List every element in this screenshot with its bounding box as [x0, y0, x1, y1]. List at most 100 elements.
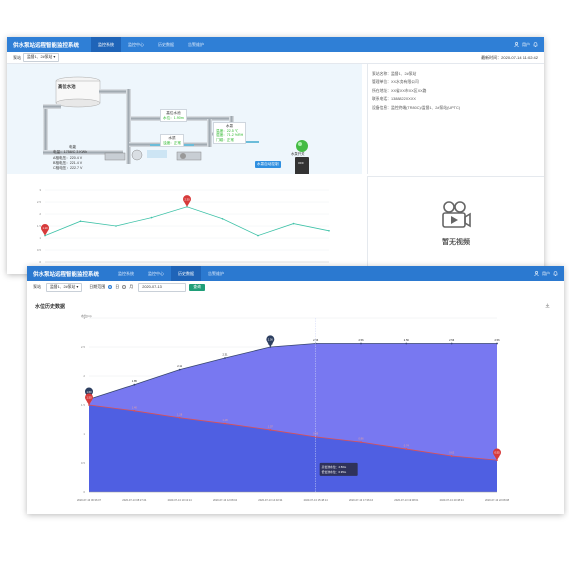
- user-area-2[interactable]: 用户: [534, 271, 558, 277]
- tank-label: 高位水池: [58, 84, 76, 89]
- x-tick-label: 2020-07-13 14:02:34: [258, 498, 283, 502]
- x-tick-label: 2020-07-13 17:36:16: [349, 498, 374, 502]
- tab-alarm-2[interactable]: 告警维护: [201, 266, 231, 281]
- level-card: 高位水池 水位：1.90m: [160, 109, 187, 123]
- data-point: [405, 448, 408, 450]
- query-button[interactable]: 查询: [189, 283, 205, 291]
- radio-month-label: 月: [129, 284, 134, 289]
- history-chart-title: 水位历史数据: [35, 304, 66, 310]
- data-point: [178, 368, 181, 371]
- data-point: [405, 342, 408, 345]
- y-tick-label: 2.5: [81, 345, 86, 349]
- electric-vc: C相电压：222.7 V: [53, 166, 83, 171]
- app-title: 供水泵站远程智能监控系统: [13, 42, 80, 49]
- data-point: [328, 230, 330, 232]
- tab-monitor-2[interactable]: 监控系统: [111, 266, 141, 281]
- video-panel: 暂无视频: [367, 176, 544, 274]
- tooltip-text: 低位池水位：0.95m: [322, 470, 347, 474]
- y-tick-label: 0: [39, 260, 41, 264]
- data-point: [115, 225, 117, 227]
- electric-energy: 电量：1758/C 3 KWh: [53, 150, 88, 155]
- pump-card: 水泵 温度：22.5 ℃ 湿度：71.2 %RH 门磁：正常: [213, 122, 247, 145]
- user-icon: [534, 271, 539, 276]
- data-point: [450, 455, 453, 457]
- user-name-2: 用户: [542, 270, 550, 276]
- station-select-2[interactable]: 监督1、2#泵站 ▾: [46, 282, 83, 292]
- station-label: 泵站: [13, 54, 21, 60]
- pump-switch-label: 水泵开关: [291, 152, 305, 156]
- data-point: [292, 222, 295, 225]
- value-marker-1-label: 2.30: [184, 197, 190, 201]
- history-window: 供水泵站远程智能监控系统 监控系统 监控中心 历史数据 告警维护 用户 泵站 监…: [27, 266, 564, 514]
- info-name: 泵站名称：监督1、2#泵站: [372, 72, 417, 76]
- pump-control-button[interactable]: 水泵自动控制: [255, 161, 281, 168]
- bell-icon[interactable]: [553, 271, 558, 276]
- radio-day[interactable]: [108, 285, 113, 289]
- data-point: [257, 234, 259, 237]
- y-tick-label: 1.5: [81, 403, 86, 407]
- data-label: 1.07: [268, 424, 274, 428]
- x-tick-label: 2020-07-13 12:08:04: [213, 498, 238, 502]
- data-point: [496, 342, 498, 345]
- off-switch-label[interactable]: OFF: [296, 160, 306, 167]
- data-label: 2.56: [404, 338, 410, 342]
- app-title-2: 供水泵站远程智能监控系统: [33, 271, 100, 278]
- x-tick-label: 2020-07-13 06:36:07: [77, 498, 102, 502]
- info-phone: 联系电话：1388822XXXX: [372, 97, 416, 102]
- data-label: 2.31: [222, 353, 228, 357]
- y-tick-label: 1: [83, 432, 85, 436]
- value-marker-2-label: 1.50: [86, 396, 92, 400]
- data-point: [79, 220, 82, 222]
- value-marker-3-label: 0.55: [494, 451, 500, 455]
- station-info: 泵站名称：监督1、2#泵站 管理单位：XX水务有限公司 所在地址：XX省XX市X…: [367, 64, 544, 174]
- realtime-chart-panel: 00.511.522.532020-07-13 09:002020-07-13 …: [7, 176, 362, 274]
- y-tick-label: 2: [39, 212, 41, 216]
- info-device: 设备信息：监控终端(TR80C)/监督1、2#泵站(UPTC): [372, 105, 460, 110]
- data-label: 1.28: [177, 412, 183, 416]
- y-tick-label: 1.5: [37, 224, 42, 228]
- user-area[interactable]: 用户: [514, 42, 538, 48]
- tab-monitor[interactable]: 监控系统: [91, 37, 122, 52]
- data-label: 2.56: [449, 338, 455, 342]
- y-tick-label: 0.5: [37, 248, 42, 252]
- data-point: [269, 429, 272, 431]
- series-line: [44, 206, 330, 237]
- station-select[interactable]: 监督1、2#泵站 ▾: [23, 53, 60, 62]
- update-time: 最新时间：2020-07-14 11:02:42: [481, 54, 538, 60]
- download-icon[interactable]: [545, 303, 550, 308]
- quality-card-value: 浊度：正常: [163, 140, 181, 145]
- tab-alarm[interactable]: 告警维护: [181, 37, 211, 52]
- data-label: 1.85: [132, 379, 138, 383]
- tooltip-text: 高位池水位：2.56m: [322, 465, 347, 469]
- value-marker-1-label: 2.56: [268, 338, 274, 342]
- filter-label: 泵站: [33, 284, 41, 289]
- user-icon: [514, 42, 519, 47]
- tab-center-2[interactable]: 监控中心: [141, 266, 171, 281]
- no-video-label: 暂无视频: [442, 239, 470, 246]
- data-point: [450, 342, 453, 345]
- tab-center[interactable]: 监控中心: [121, 37, 151, 52]
- data-label: 1.18: [222, 418, 228, 422]
- data-point: [221, 218, 224, 220]
- history-filter-bar: 泵站 监督1、2#泵站 ▾ 日期范围 日 月 2020-07-13 查询: [27, 281, 564, 293]
- date-input[interactable]: 2020-07-13: [138, 282, 187, 292]
- video-camera-icon: [442, 201, 471, 228]
- data-label: 0.95: [313, 431, 319, 435]
- data-label: 0.62: [449, 451, 455, 455]
- realtime-chart: 00.511.522.532020-07-13 09:002020-07-13 …: [36, 188, 340, 270]
- radio-month[interactable]: [122, 285, 127, 289]
- tab-history[interactable]: 历史数据: [151, 37, 181, 52]
- x-tick-label: 2020-07-13 22:08:08: [485, 498, 510, 502]
- data-label: 2.11: [177, 364, 182, 368]
- data-label: 2.56: [313, 338, 319, 342]
- station-bar: 泵站 监督1、2#泵站 ▾ 最新时间：2020-07-14 11:02:42: [7, 52, 544, 64]
- level-card-value: 水位：1.90m: [163, 115, 184, 120]
- tab-history-2[interactable]: 历史数据: [171, 266, 202, 281]
- value-marker-1: 2.30: [182, 195, 191, 207]
- bell-icon[interactable]: [533, 42, 538, 47]
- info-unit: 管理单位：XX水务有限公司: [372, 80, 419, 85]
- y-tick-label: 2: [83, 374, 85, 378]
- range-label: 日期范围: [89, 284, 106, 289]
- y-tick-label: 1: [39, 236, 41, 240]
- value-marker-0: 1.10: [41, 223, 49, 236]
